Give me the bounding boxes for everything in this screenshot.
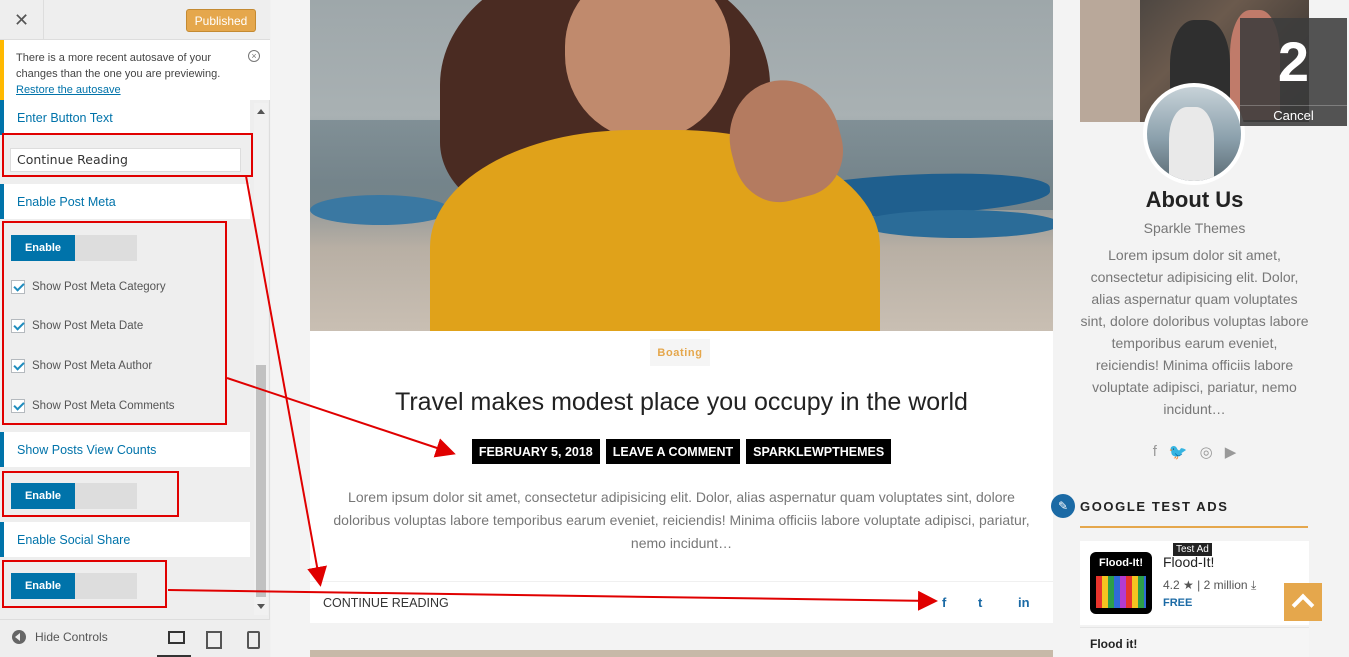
published-button[interactable]: Published [186, 9, 256, 32]
ad-app-name[interactable]: Flood-It! [1163, 554, 1214, 570]
controls-panel: Enter Button Text Continue Reading Enabl… [0, 100, 254, 615]
checkbox-label: Show Post Meta Comments [32, 400, 175, 412]
app-icon-grid [1096, 576, 1146, 608]
post-card: Boating Travel makes modest place you oc… [310, 331, 1053, 623]
instagram-icon[interactable]: ◎ [1200, 443, 1213, 461]
close-icon[interactable]: ✕ [0, 0, 44, 40]
cover-building [1080, 0, 1140, 122]
section-view-counts-title: Show Posts View Counts [0, 432, 250, 467]
view-counts-toggle[interactable]: Enable [11, 483, 137, 509]
checkbox-label: Show Post Meta Date [32, 320, 144, 332]
about-title: About Us [1145, 187, 1244, 212]
customizer-sidebar: ✕ Published There is a more recent autos… [0, 0, 270, 657]
ad-card-second[interactable]: Flood it! [1080, 627, 1309, 657]
next-post-image[interactable] [310, 650, 1053, 657]
post-title[interactable]: Travel makes modest place you occupy in … [310, 388, 1053, 417]
checkbox-meta-date[interactable]: Show Post Meta Date [11, 318, 143, 334]
checkbox-checked-icon[interactable] [11, 359, 25, 373]
ad2-app-name: Flood it! [1090, 637, 1138, 651]
checkbox-checked-icon[interactable] [11, 280, 25, 294]
twitter-icon[interactable]: 🐦 [1169, 443, 1188, 461]
scroll-to-top-button[interactable] [1284, 583, 1322, 621]
post-meta-toggle[interactable]: Enable [11, 235, 137, 261]
post-meta-toggle-label: Enable [11, 235, 75, 261]
checkbox-meta-category[interactable]: Show Post Meta Category [11, 279, 166, 295]
button-text-input[interactable]: Continue Reading [10, 148, 241, 172]
post-featured-image[interactable] [310, 0, 1053, 331]
ads-widget-header: ✎ GOOGLE TEST ADS [1051, 493, 1311, 529]
image-boat [310, 195, 450, 225]
youtube-icon[interactable]: ▶ [1225, 443, 1237, 461]
ad-rating-value: 4.2 [1163, 578, 1180, 592]
checkbox-checked-icon[interactable] [11, 319, 25, 333]
continue-reading-link[interactable]: CONTINUE READING [323, 596, 449, 610]
about-text: Lorem ipsum dolor sit amet, consectetur … [1080, 247, 1309, 417]
social-share-toggle-label: Enable [11, 573, 75, 599]
mobile-preview-icon[interactable] [245, 630, 261, 649]
section-social-share-title: Enable Social Share [0, 522, 250, 557]
about-social-icons: f 🐦 ◎ ▶ [1080, 443, 1309, 461]
panel-scrollbar[interactable] [254, 103, 268, 615]
scrollbar-thumb[interactable] [256, 365, 266, 597]
post-footer: CONTINUE READING f t in [310, 581, 1053, 623]
social-share-toggle[interactable]: Enable [11, 573, 137, 599]
site-preview: Boating Travel makes modest place you oc… [271, 0, 1349, 657]
sidebar-header: ✕ Published [0, 0, 270, 40]
post-date[interactable]: FEBRUARY 5, 2018 [471, 439, 600, 464]
avatar-photo [1147, 87, 1241, 181]
post-author[interactable]: SPARKLEWPTHEMES [746, 439, 892, 464]
checkbox-meta-comments[interactable]: Show Post Meta Comments [11, 398, 175, 414]
sidebar-footer: Hide Controls [0, 619, 270, 657]
checkbox-label: Show Post Meta Author [32, 360, 153, 372]
collapse-icon [12, 630, 26, 644]
scroll-up-icon[interactable] [257, 109, 265, 114]
tablet-preview-icon[interactable] [205, 630, 222, 649]
app-icon[interactable]: Flood-It! [1090, 552, 1152, 614]
hide-controls-label: Hide Controls [35, 630, 108, 644]
ad-rating: 4.2 ★ | 2 million ⤓ [1163, 578, 1257, 592]
checkbox-meta-author[interactable]: Show Post Meta Author [11, 358, 152, 374]
facebook-share-icon[interactable]: f [942, 595, 946, 610]
app-icon-text: Flood-It! [1099, 557, 1143, 569]
post-comment-link[interactable]: LEAVE A COMMENT [605, 439, 741, 464]
ads-widget-title: GOOGLE TEST ADS [1080, 499, 1229, 514]
post-category-badge[interactable]: Boating [650, 339, 710, 366]
ad-price: FREE [1163, 597, 1193, 609]
countdown-number: 2 [1277, 30, 1310, 93]
desktop-preview-icon[interactable] [167, 630, 185, 646]
autosave-notice: There is a more recent autosave of your … [0, 40, 270, 100]
cancel-button[interactable]: Cancel [1240, 105, 1347, 126]
download-icon: ⤓ [1250, 578, 1257, 592]
post-excerpt: Lorem ipsum dolor sit amet, consectetur … [333, 489, 1030, 551]
ads-title-underline [1080, 526, 1308, 528]
about-subtitle: Sparkle Themes [1143, 220, 1246, 236]
checkbox-checked-icon[interactable] [11, 399, 25, 413]
view-counts-toggle-label: Enable [11, 483, 75, 509]
twitter-share-icon[interactable]: t [978, 595, 982, 610]
scroll-down-icon[interactable] [257, 604, 265, 609]
countdown-overlay: 2 Cancel [1240, 18, 1347, 126]
autosave-notice-text: There is a more recent autosave of your … [16, 52, 221, 80]
dismiss-notice-icon[interactable]: × [248, 50, 260, 62]
edit-pencil-icon[interactable]: ✎ [1051, 494, 1075, 518]
facebook-icon[interactable]: f [1153, 443, 1157, 461]
section-button-text-title: Enter Button Text [0, 100, 250, 135]
image-boat [860, 210, 1053, 238]
ad-card[interactable]: Flood-It! Test Ad Flood-It! 4.2 ★ | 2 mi… [1080, 541, 1309, 625]
checkbox-label: Show Post Meta Category [32, 281, 166, 293]
section-post-meta-title: Enable Post Meta [0, 184, 250, 219]
ad-installs: 2 million [1203, 578, 1248, 592]
hide-controls-button[interactable]: Hide Controls [12, 630, 108, 644]
restore-autosave-link[interactable]: Restore the autosave [16, 84, 121, 96]
star-icon: ★ [1183, 578, 1194, 592]
post-meta-row: FEBRUARY 5, 2018 LEAVE A COMMENT SPARKLE… [310, 439, 1053, 464]
avatar [1143, 83, 1245, 185]
linkedin-share-icon[interactable]: in [1018, 595, 1030, 610]
